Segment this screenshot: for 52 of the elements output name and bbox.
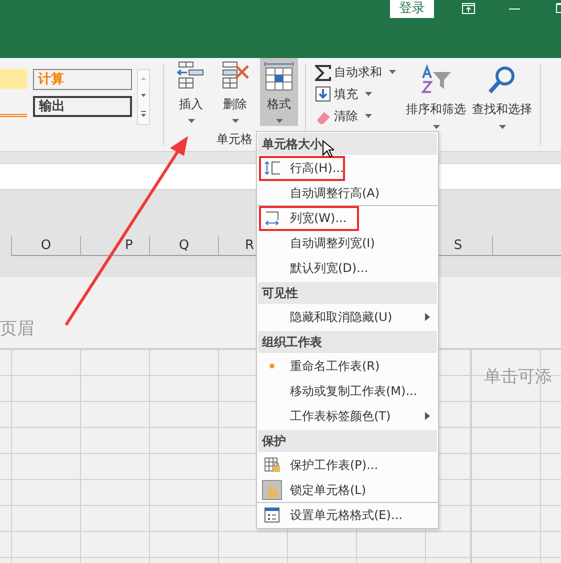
ribbon-button[interactable]: 删除	[216, 58, 254, 125]
sheet-lock-icon	[264, 457, 280, 473]
sort-filter-icon	[419, 64, 453, 94]
more-icon	[141, 111, 146, 117]
menu-section-header: 可见性	[258, 282, 437, 304]
menu-section-header: 组织工作表	[258, 331, 437, 353]
page-header-text: 单击可添	[484, 367, 552, 387]
menu-section-header: 单元格大小	[258, 133, 437, 155]
caret-icon	[498, 125, 506, 129]
row-height-icon	[264, 160, 280, 176]
caret-icon	[389, 70, 396, 74]
caret-icon	[188, 119, 194, 123]
menu-item[interactable]: 隐藏和取消隐藏(U)	[257, 305, 438, 330]
login-button[interactable]: 登录	[390, 0, 434, 18]
menu-item[interactable]: 设置单元格格式(E)...	[257, 503, 438, 528]
menu-item[interactable]: 默认列宽(D)...	[257, 256, 438, 281]
ribbon-button[interactable]: 自动求和	[315, 61, 403, 83]
format-cells-icon	[264, 507, 280, 523]
maximize-icon[interactable]	[554, 3, 561, 14]
caret-icon	[432, 125, 440, 129]
format-grid-icon	[263, 60, 295, 91]
ribbon-button[interactable]: 填充	[315, 83, 403, 105]
caret-icon	[365, 92, 372, 96]
ribbon-button[interactable]: 清除	[315, 105, 403, 127]
style-swatch[interactable]	[0, 69, 27, 89]
ribbon-button[interactable]: 查找和选择	[469, 58, 535, 151]
scroll-up-icon	[141, 77, 146, 80]
group-label: 单元格	[216, 131, 252, 148]
caret-icon	[232, 119, 238, 123]
ribbon-button[interactable]: 格式	[260, 58, 298, 126]
cursor-icon	[322, 140, 334, 158]
column-width-icon	[264, 210, 280, 226]
cell-style[interactable]: 输出	[33, 96, 132, 117]
column-header[interactable]: Q	[149, 236, 218, 256]
menu-item[interactable]: 重命名工作表(R)	[257, 354, 438, 379]
menu-item[interactable]: 移动或复制工作表(M)...	[257, 379, 438, 404]
menu-item[interactable]: 列宽(W)...	[257, 206, 438, 231]
menu-item[interactable]: 锁定单元格(L)	[257, 478, 438, 503]
column-header[interactable]: O	[11, 236, 80, 256]
menu-item[interactable]: 自动调整行高(A)	[257, 181, 438, 206]
menu-item[interactable]: 保护工作表(P)...	[257, 453, 438, 478]
menu-item[interactable]: 行高(H)...	[257, 156, 438, 181]
scroll-down-icon	[141, 94, 146, 97]
sigma-icon	[315, 64, 331, 80]
menu-section-header: 保护	[258, 430, 437, 452]
column-header[interactable]: P	[80, 236, 149, 256]
caret-icon	[365, 114, 372, 118]
ribbon-display-icon[interactable]	[462, 3, 475, 14]
caret-icon	[276, 119, 282, 123]
page-header-text: 页眉	[0, 319, 34, 339]
ribbon-button[interactable]: 插入	[172, 58, 210, 125]
menu-item[interactable]: 工作表标签颜色(T)	[257, 404, 438, 429]
